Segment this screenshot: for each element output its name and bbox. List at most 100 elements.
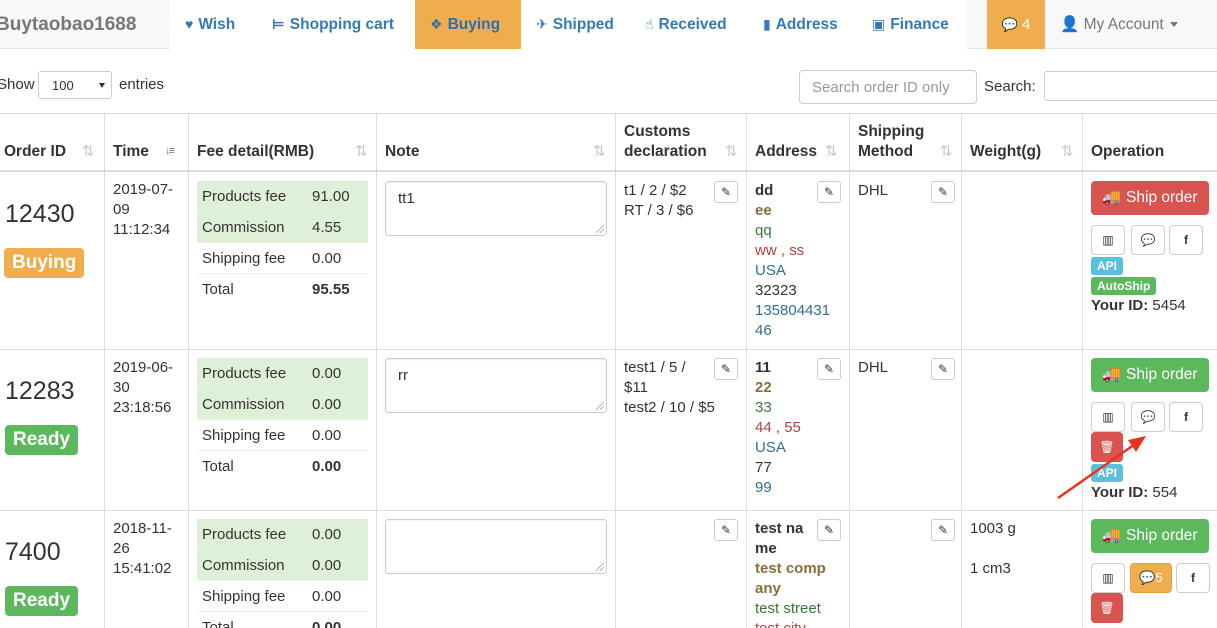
my-account-dropdown[interactable]: 👤 My Account [1060, 0, 1178, 49]
sort-icon[interactable] [593, 142, 607, 160]
header-shipping-method[interactable]: Shipping Method [858, 122, 924, 162]
resize-grip-icon[interactable] [596, 225, 604, 233]
fee-detail-table: Products fee 91.00 Commission 4.55 Shippin… [197, 181, 368, 305]
fee-label: Products fee [202, 188, 287, 205]
time-line: 15:41:02 [113, 560, 172, 577]
fee-value: 0.00 [312, 396, 342, 413]
resize-grip-icon[interactable] [596, 402, 604, 410]
header-customs-line1: Customs [624, 123, 691, 140]
customs-line: test2 / 10 / $5 [624, 399, 715, 416]
time-line: 11:12:34 [113, 221, 171, 238]
header-order-id[interactable]: Order ID [4, 142, 66, 162]
facebook-icon: f [1184, 410, 1188, 424]
fee-row-shipping: Shipping fee 0.00 [197, 420, 368, 451]
fee-row-total: Total 95.55 [197, 274, 368, 305]
edit-icon: ✎ [823, 523, 835, 537]
address-name: 11 [755, 359, 771, 376]
ship-order-button[interactable]: 🚚 Ship order [1091, 519, 1209, 553]
fee-value: 0.00 [312, 365, 342, 382]
sort-icon[interactable] [355, 142, 369, 160]
edit-shipping-button[interactable]: ✎ [931, 358, 955, 380]
sort-icon[interactable] [940, 142, 954, 160]
barcode-button[interactable]: ▥ [1091, 563, 1125, 593]
address-city: ww [755, 242, 777, 259]
comment-icon: 💬 [1139, 570, 1156, 585]
comment-button[interactable]: 💬 [1131, 402, 1165, 432]
fee-value: 0.00 [312, 526, 342, 543]
note-textarea[interactable]: rr [385, 358, 607, 413]
nav-shipped[interactable]: ✈ Shipped [522, 0, 628, 49]
address-phone: 135804431 [755, 302, 831, 319]
fee-row-shipping: Shipping fee 0.00 [197, 581, 368, 612]
nav-cart-label: Shopping cart [289, 16, 394, 33]
comment-icon: 💬 [1140, 233, 1156, 247]
brand-logo[interactable]: Buytaobao1688 [0, 0, 136, 49]
nav-shopping-cart[interactable]: ⊨ Shopping cart [258, 0, 408, 49]
sort-desc-icon[interactable] [165, 145, 181, 159]
edit-customs-button[interactable]: ✎ [714, 181, 738, 203]
col-divider [746, 113, 747, 628]
sort-icon[interactable] [825, 142, 839, 160]
sort-icon[interactable] [725, 142, 739, 160]
comment-button-with-count[interactable]: 💬5 [1130, 563, 1172, 593]
header-weight[interactable]: Weight(g) [970, 142, 1041, 162]
header-fee-detail[interactable]: Fee detail(RMB) [197, 142, 314, 162]
delete-button[interactable]: 🗑 [1091, 593, 1123, 623]
ship-order-button[interactable]: 🚚 Ship order [1091, 181, 1209, 215]
facebook-button[interactable]: f [1176, 563, 1210, 593]
address-company: ee [755, 202, 772, 219]
address-company: 22 [755, 379, 772, 396]
edit-shipping-button[interactable]: ✎ [931, 181, 955, 203]
fee-row-commission: Commission 4.55 [197, 212, 368, 243]
edit-customs-button[interactable]: ✎ [714, 358, 738, 380]
edit-customs-button[interactable]: ✎ [714, 519, 738, 541]
order-id-search-input[interactable]: Search order ID only [799, 70, 977, 104]
edit-address-button[interactable]: ✎ [817, 519, 841, 541]
edit-shipping-button[interactable]: ✎ [931, 519, 955, 541]
table-search-input[interactable] [1044, 71, 1217, 101]
barcode-button[interactable]: ▥ [1091, 225, 1125, 255]
resize-grip-icon[interactable] [596, 563, 604, 571]
nav-buying[interactable]: ❖ Buying [415, 0, 521, 49]
sort-icon[interactable] [1061, 142, 1075, 160]
col-divider [1082, 113, 1083, 628]
nav-received[interactable]: ☝ Received [631, 0, 741, 49]
annotation-arrow-icon [1057, 436, 1146, 500]
facebook-button[interactable]: f [1169, 402, 1203, 432]
weight-value: 1003 g [970, 520, 1016, 537]
header-time[interactable]: Time [113, 142, 149, 162]
ship-order-label: Ship order [1126, 366, 1198, 383]
sort-icon[interactable] [82, 142, 96, 160]
nav-address[interactable]: ▮ Address [749, 0, 852, 49]
header-customs[interactable]: Customs declaration [624, 122, 707, 162]
note-textarea[interactable] [385, 519, 607, 574]
nav-finance[interactable]: ▣ Finance [858, 0, 963, 49]
facebook-button[interactable]: f [1169, 225, 1203, 255]
money-icon: ▣ [872, 16, 886, 32]
header-address[interactable]: Address [755, 142, 817, 162]
edit-address-button[interactable]: ✎ [817, 181, 841, 203]
order-id[interactable]: 12283 [5, 377, 75, 406]
ship-order-button[interactable]: 🚚 Ship order [1091, 358, 1209, 392]
order-id[interactable]: 12430 [5, 200, 75, 229]
row-divider [0, 510, 1217, 511]
message-count: 5 [1155, 570, 1163, 585]
fee-value: 0.00 [312, 619, 342, 628]
barcode-button[interactable]: ▥ [1091, 402, 1125, 432]
fee-label: Shipping fee [202, 588, 286, 605]
note-textarea[interactable]: tt1 [385, 181, 607, 236]
comment-button[interactable]: 💬 [1131, 225, 1165, 255]
nav-wish[interactable]: ♥ Wish [171, 0, 249, 49]
ship-order-label: Ship order [1126, 527, 1198, 544]
row-divider [0, 349, 1217, 350]
fee-row-commission: Commission 0.00 [197, 550, 368, 581]
order-id[interactable]: 7400 [5, 538, 61, 567]
edit-address-button[interactable]: ✎ [817, 358, 841, 380]
time-line: 2018-11- [113, 520, 172, 537]
header-note[interactable]: Note [385, 142, 419, 162]
address-name-cont: me [755, 540, 777, 557]
entries-per-page-select[interactable]: 100 [38, 71, 112, 99]
messages-nav[interactable]: 💬 4 [987, 0, 1045, 49]
address-company: test comp [755, 560, 826, 577]
status-badge: Buying [4, 248, 85, 278]
